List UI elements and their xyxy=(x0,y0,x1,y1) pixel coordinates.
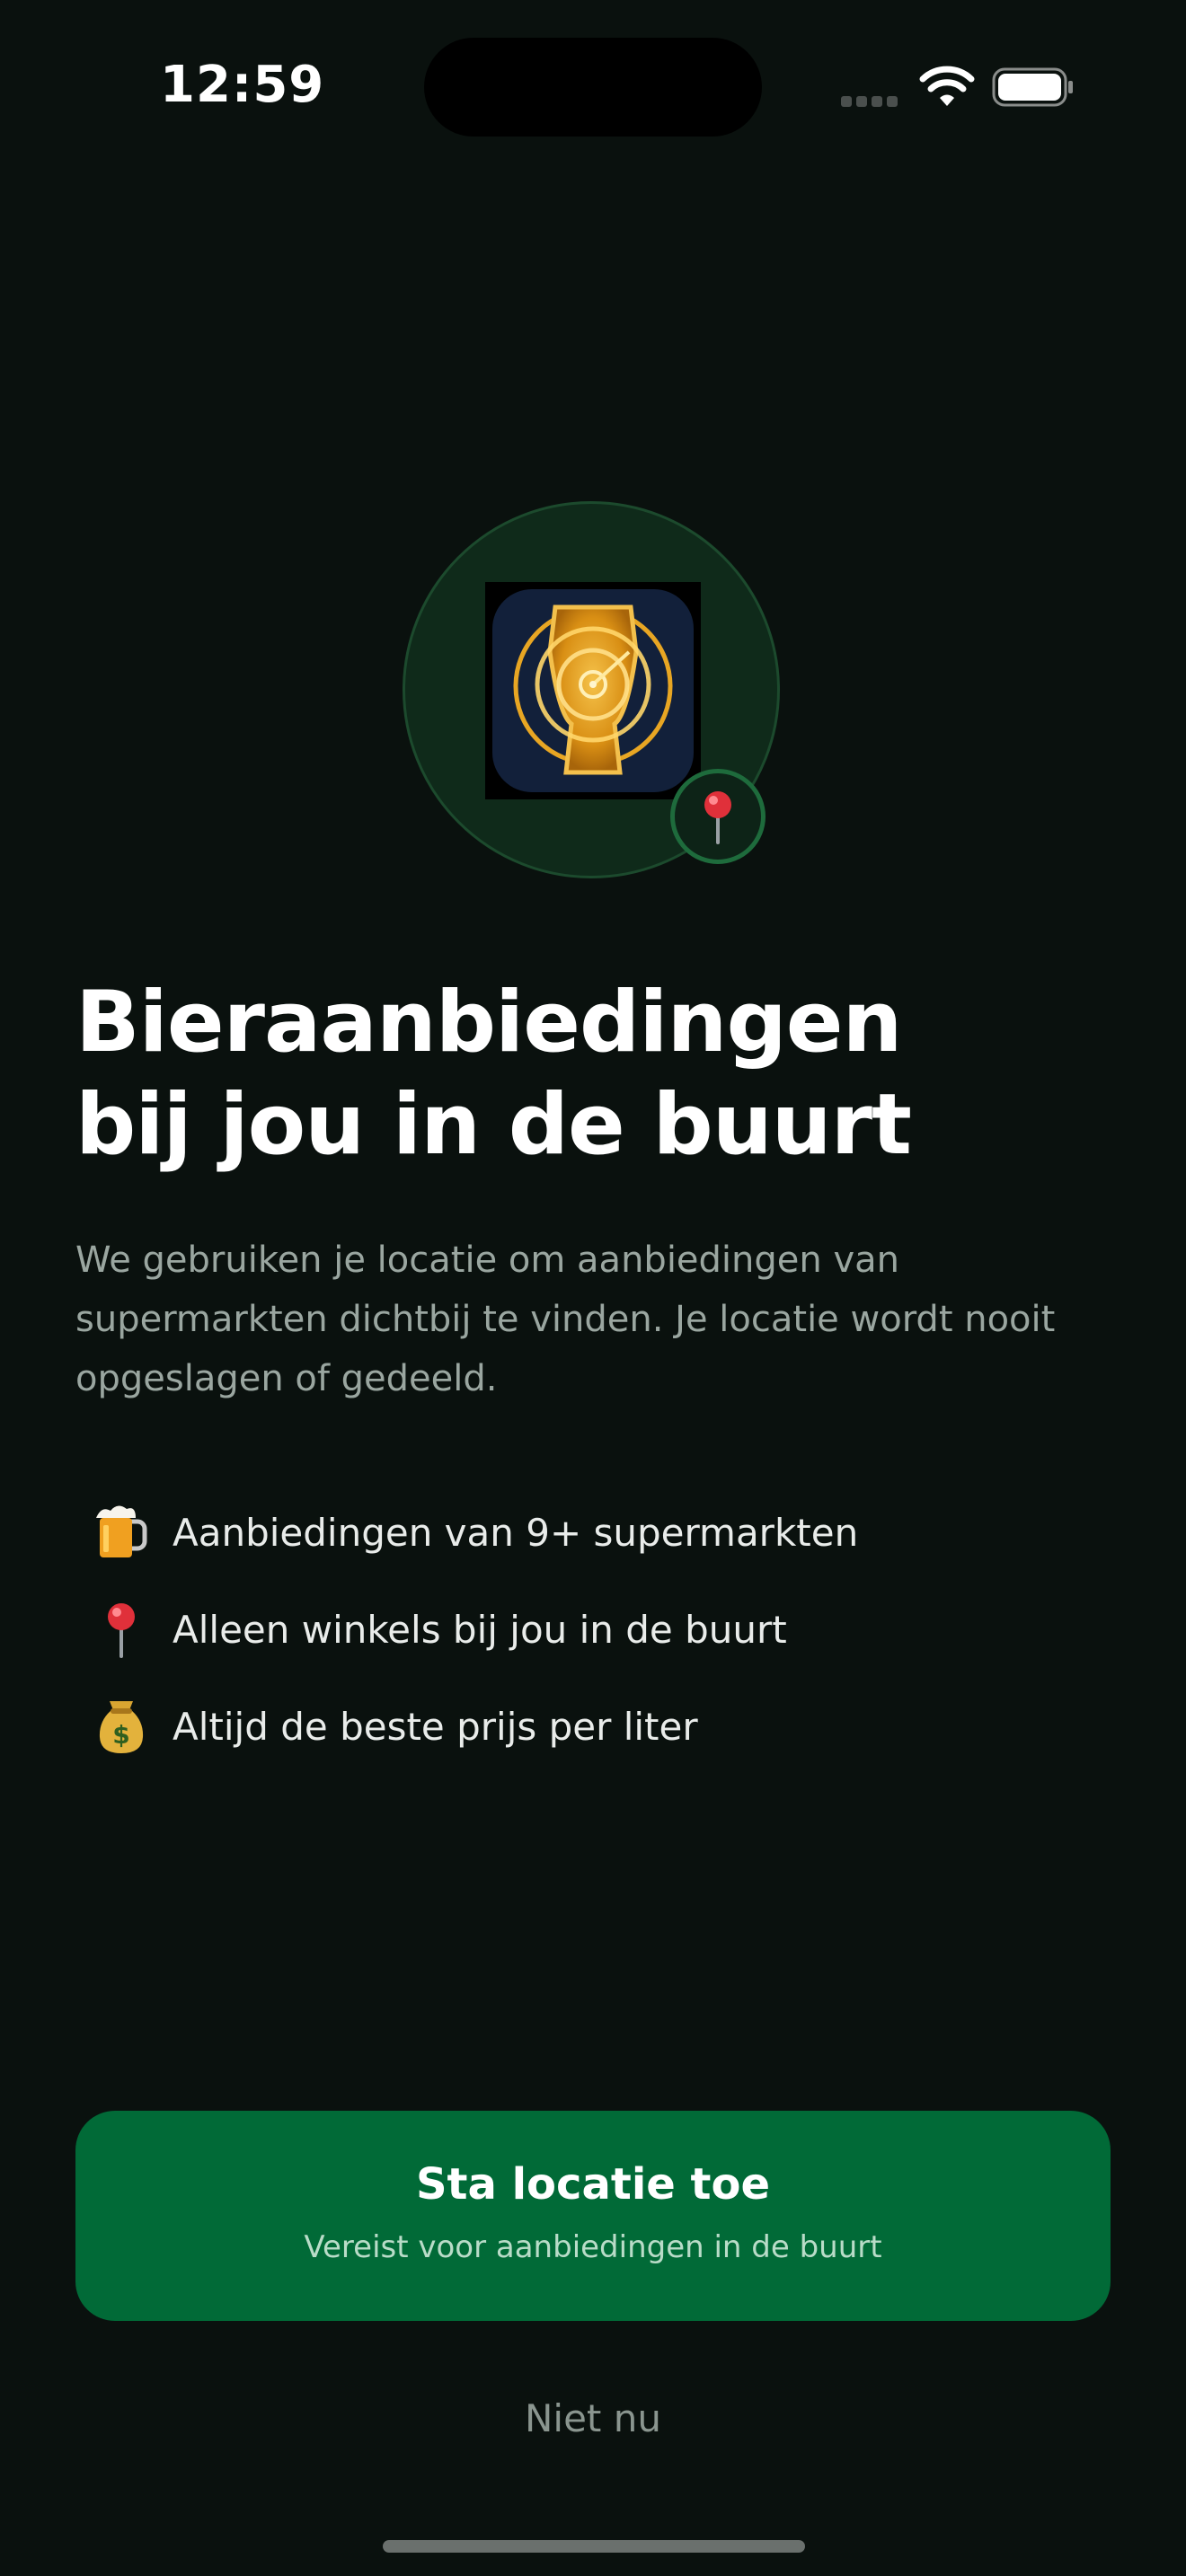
feature-label: Altijd de beste prijs per liter xyxy=(173,1704,698,1749)
wifi-icon xyxy=(919,66,975,106)
feature-label: Alleen winkels bij jou in de buurt xyxy=(173,1607,787,1652)
feature-list: Aanbiedingen van 9+ supermarkten Alleen … xyxy=(75,1484,1118,1775)
allow-location-label: Sta locatie toe xyxy=(415,2159,771,2210)
svg-text:$: $ xyxy=(112,1720,129,1750)
allow-location-button[interactable]: Sta locatie toe Vereist voor aanbiedinge… xyxy=(75,2111,1111,2321)
money-bag-icon: $ xyxy=(84,1695,158,1758)
title-line-1: Bieraanbiedingen xyxy=(75,974,902,1072)
feature-item: Aanbiedingen van 9+ supermarkten xyxy=(75,1484,1118,1581)
pushpin-icon xyxy=(704,791,731,844)
not-now-button[interactable]: Niet nu xyxy=(413,2380,773,2456)
feature-item: Alleen winkels bij jou in de buurt xyxy=(75,1581,1118,1678)
page-title: Bieraanbiedingen bij jou in de buurt xyxy=(75,972,1118,1177)
location-badge xyxy=(670,769,766,864)
pushpin-icon xyxy=(84,1598,158,1661)
cellular-signal-icon xyxy=(841,93,902,107)
battery-icon xyxy=(992,67,1073,107)
allow-location-sublabel: Vereist voor aanbiedingen in de buurt xyxy=(304,2229,882,2265)
dynamic-island xyxy=(424,38,762,137)
title-line-2: bij jou in de buurt xyxy=(75,1076,912,1174)
beer-radar-app-icon xyxy=(492,589,694,792)
beer-mug-icon xyxy=(84,1501,158,1564)
feature-label: Aanbiedingen van 9+ supermarkten xyxy=(173,1510,859,1555)
status-time: 12:59 xyxy=(160,56,325,114)
home-indicator xyxy=(383,2540,805,2553)
feature-item: $ Altijd de beste prijs per liter xyxy=(75,1678,1118,1775)
location-description: We gebruiken je locatie om aanbiedingen … xyxy=(75,1239,1056,1399)
